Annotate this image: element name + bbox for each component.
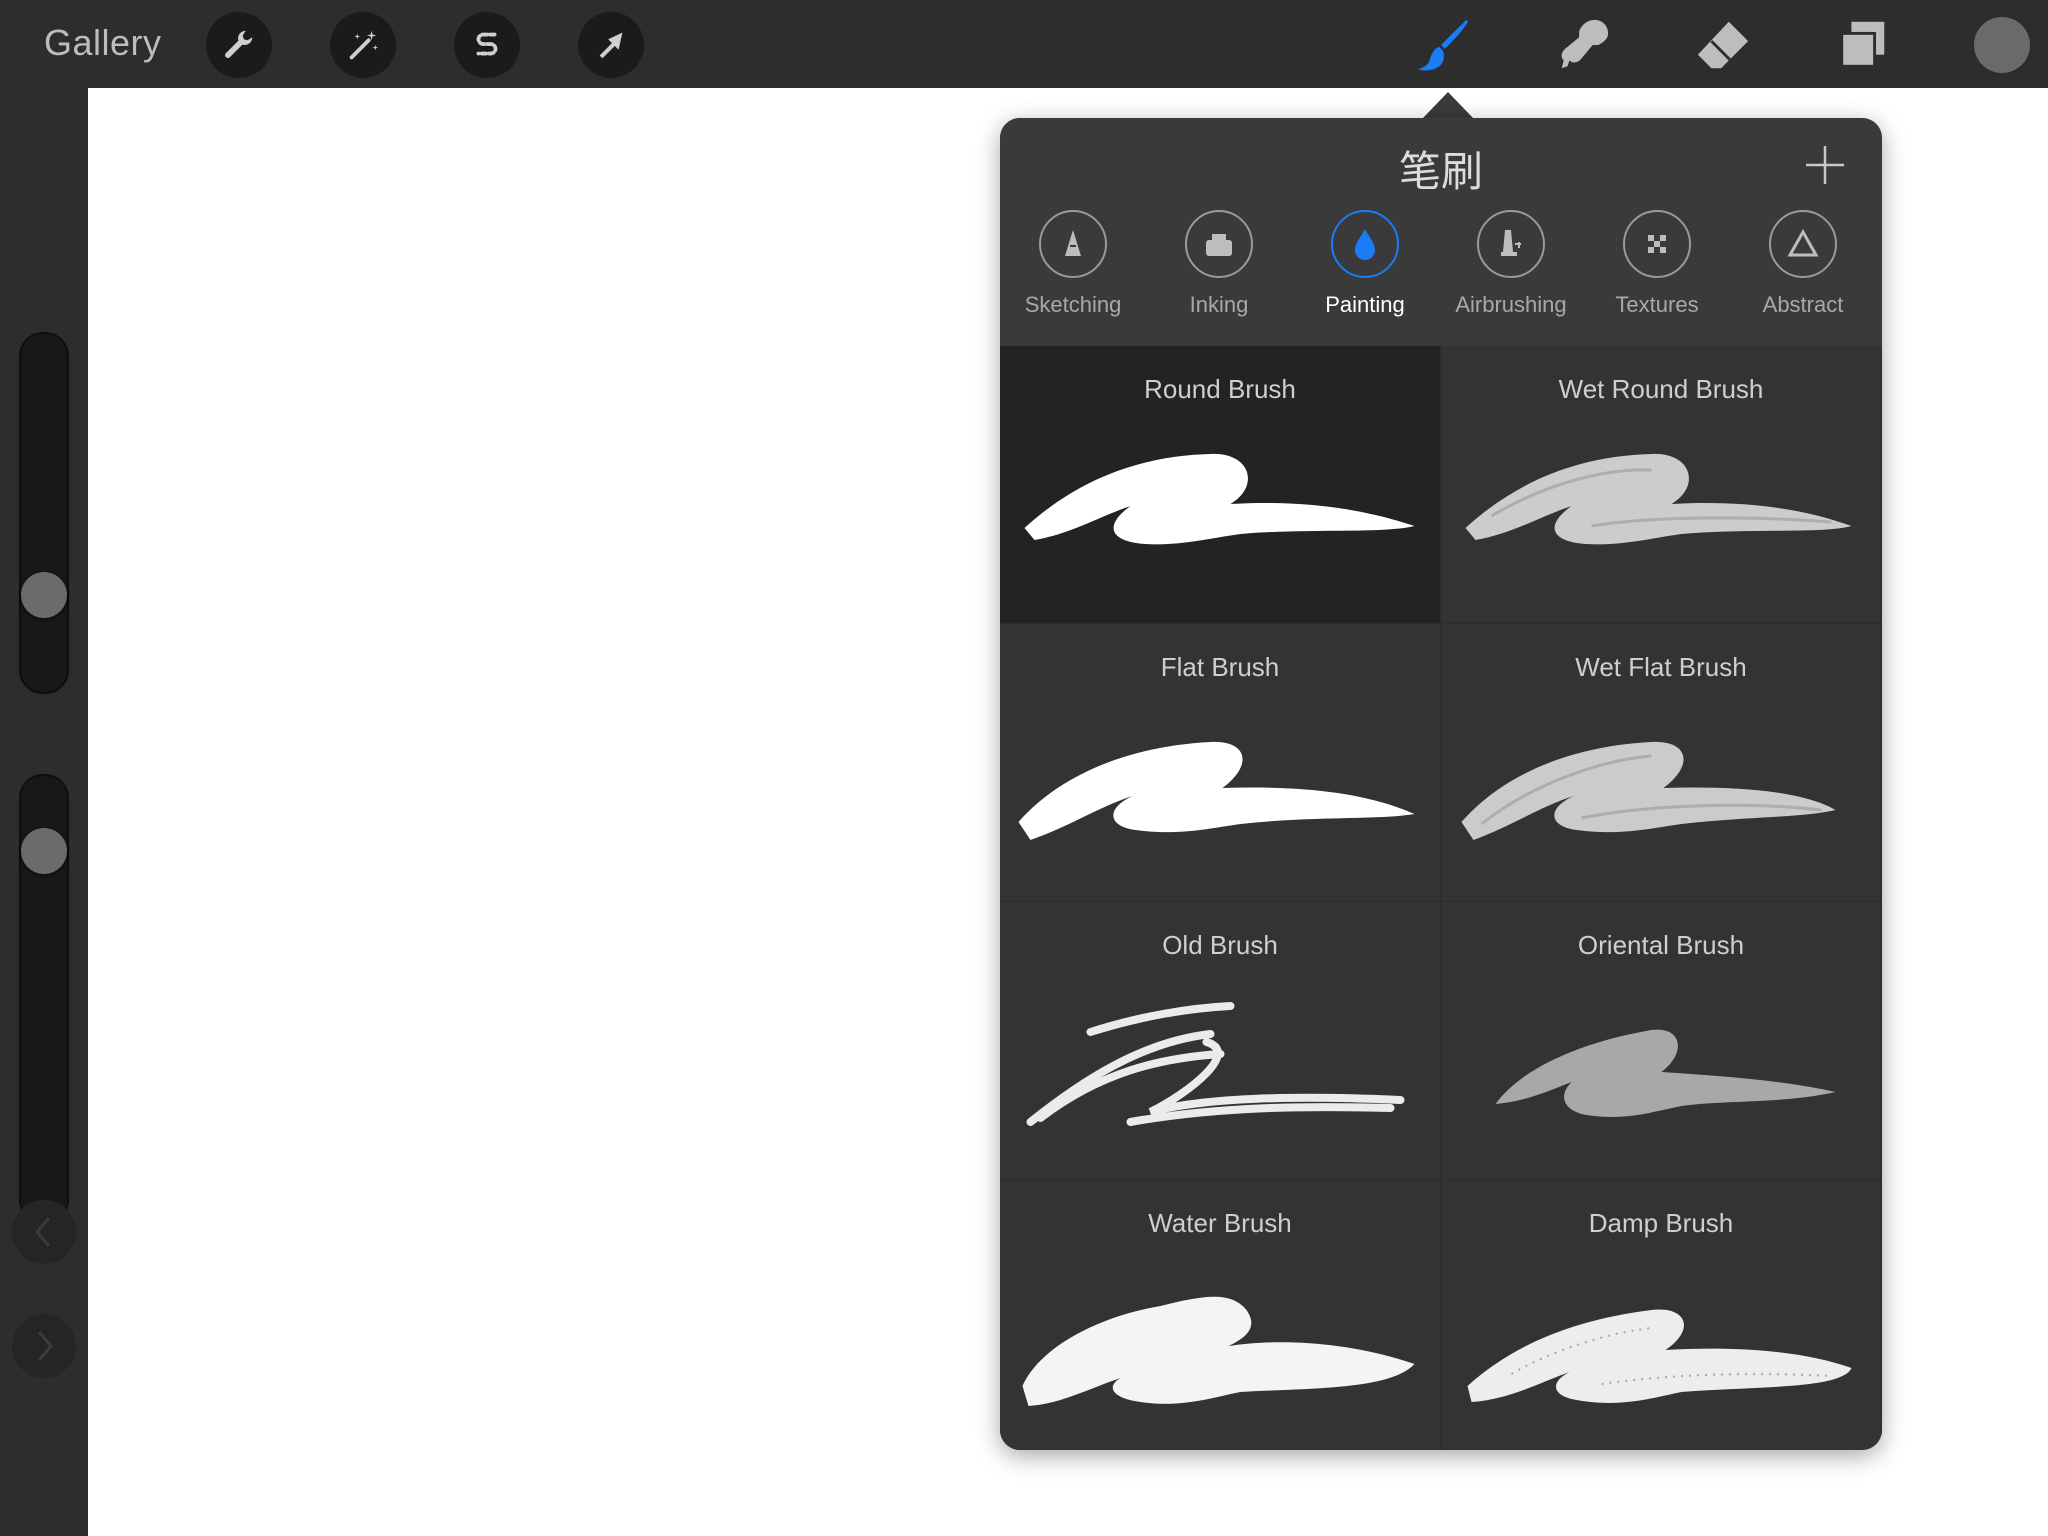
brush-library-panel: 笔刷 Sketching Inking Painting Airbrushing… bbox=[1000, 118, 1882, 1450]
panel-title: 笔刷 bbox=[1398, 148, 1483, 195]
wrench-icon[interactable] bbox=[206, 12, 272, 78]
brush-label: Wet Flat Brush bbox=[1575, 652, 1747, 682]
brush-round[interactable]: Round Brush bbox=[1000, 346, 1441, 624]
category-label: Textures bbox=[1615, 292, 1699, 317]
color-picker-button[interactable] bbox=[1974, 17, 2030, 73]
brush-label: Flat Brush bbox=[1160, 652, 1280, 682]
airbrush-icon bbox=[1477, 210, 1545, 278]
smudge-icon[interactable] bbox=[1552, 14, 1614, 76]
pencil-tip-icon bbox=[1039, 210, 1107, 278]
category-label: Sketching bbox=[1024, 292, 1122, 317]
ink-pot-icon bbox=[1185, 210, 1253, 278]
brush-damp[interactable]: Damp Brush bbox=[1441, 1180, 1882, 1450]
category-abstract[interactable]: Abstract bbox=[1730, 210, 1876, 318]
category-painting[interactable]: Painting bbox=[1292, 210, 1438, 318]
paint-drop-icon bbox=[1331, 210, 1399, 278]
brush-label: Old Brush bbox=[1162, 930, 1278, 960]
selection-s-icon[interactable] bbox=[454, 12, 520, 78]
undo-button[interactable] bbox=[12, 1200, 76, 1264]
redo-button[interactable] bbox=[12, 1314, 76, 1378]
transform-arrow-icon[interactable] bbox=[578, 12, 644, 78]
brush-wet-round[interactable]: Wet Round Brush bbox=[1441, 346, 1882, 624]
brush-flat[interactable]: Flat Brush bbox=[1000, 624, 1441, 902]
category-label: Abstract bbox=[1762, 292, 1844, 317]
panel-header: 笔刷 Sketching Inking Painting Airbrushing… bbox=[1000, 118, 1882, 346]
brush-stroke-preview bbox=[1467, 1309, 1852, 1403]
checker-icon bbox=[1623, 210, 1691, 278]
top-toolbar: Gallery bbox=[0, 0, 2048, 88]
category-inking[interactable]: Inking bbox=[1146, 210, 1292, 318]
brush-label: Oriental Brush bbox=[1577, 930, 1745, 960]
eraser-icon[interactable] bbox=[1692, 14, 1754, 76]
brush-stroke-preview bbox=[1022, 1296, 1415, 1406]
category-airbrushing[interactable]: Airbrushing bbox=[1438, 210, 1584, 318]
brush-grid: Round Brush Wet Round Brush Flat Brush W… bbox=[1000, 346, 1882, 1450]
brush-label: Water Brush bbox=[1148, 1208, 1292, 1238]
triangle-icon bbox=[1769, 210, 1837, 278]
layers-icon[interactable] bbox=[1832, 14, 1894, 76]
brush-stroke-preview bbox=[1018, 741, 1415, 840]
brush-wet-flat[interactable]: Wet Flat Brush bbox=[1441, 624, 1882, 902]
brush-stroke-preview bbox=[1461, 741, 1836, 840]
brush-label: Wet Round Brush bbox=[1558, 374, 1764, 404]
chevron-right-icon bbox=[37, 1331, 53, 1361]
brush-label: Round Brush bbox=[1144, 374, 1296, 404]
category-textures[interactable]: Textures bbox=[1584, 210, 1730, 318]
category-label: Inking bbox=[1189, 292, 1249, 317]
brush-label: Damp Brush bbox=[1588, 1208, 1734, 1238]
brush-icon[interactable] bbox=[1412, 14, 1474, 76]
category-label: Painting bbox=[1325, 292, 1405, 317]
opacity-knob[interactable] bbox=[21, 828, 67, 874]
left-sidebar bbox=[0, 88, 88, 1536]
brush-water[interactable]: Water Brush bbox=[1000, 1180, 1441, 1450]
brush-stroke-preview bbox=[1024, 453, 1415, 545]
chevron-left-icon bbox=[35, 1217, 51, 1247]
gallery-button[interactable]: Gallery bbox=[44, 22, 162, 64]
brush-size-slider[interactable] bbox=[19, 332, 69, 694]
category-label: Airbrushing bbox=[1455, 292, 1567, 317]
category-sketching[interactable]: Sketching bbox=[1000, 210, 1146, 318]
magic-wand-icon[interactable] bbox=[330, 12, 396, 78]
add-brush-icon[interactable] bbox=[1802, 142, 1848, 188]
brush-stroke-preview bbox=[1465, 453, 1852, 545]
brush-oriental[interactable]: Oriental Brush bbox=[1441, 902, 1882, 1180]
popover-arrow bbox=[1422, 92, 1474, 119]
brush-old[interactable]: Old Brush bbox=[1000, 902, 1441, 1180]
brush-size-knob[interactable] bbox=[21, 572, 67, 618]
brush-stroke-preview bbox=[1495, 1029, 1836, 1117]
brush-stroke-preview bbox=[1026, 1002, 1405, 1126]
